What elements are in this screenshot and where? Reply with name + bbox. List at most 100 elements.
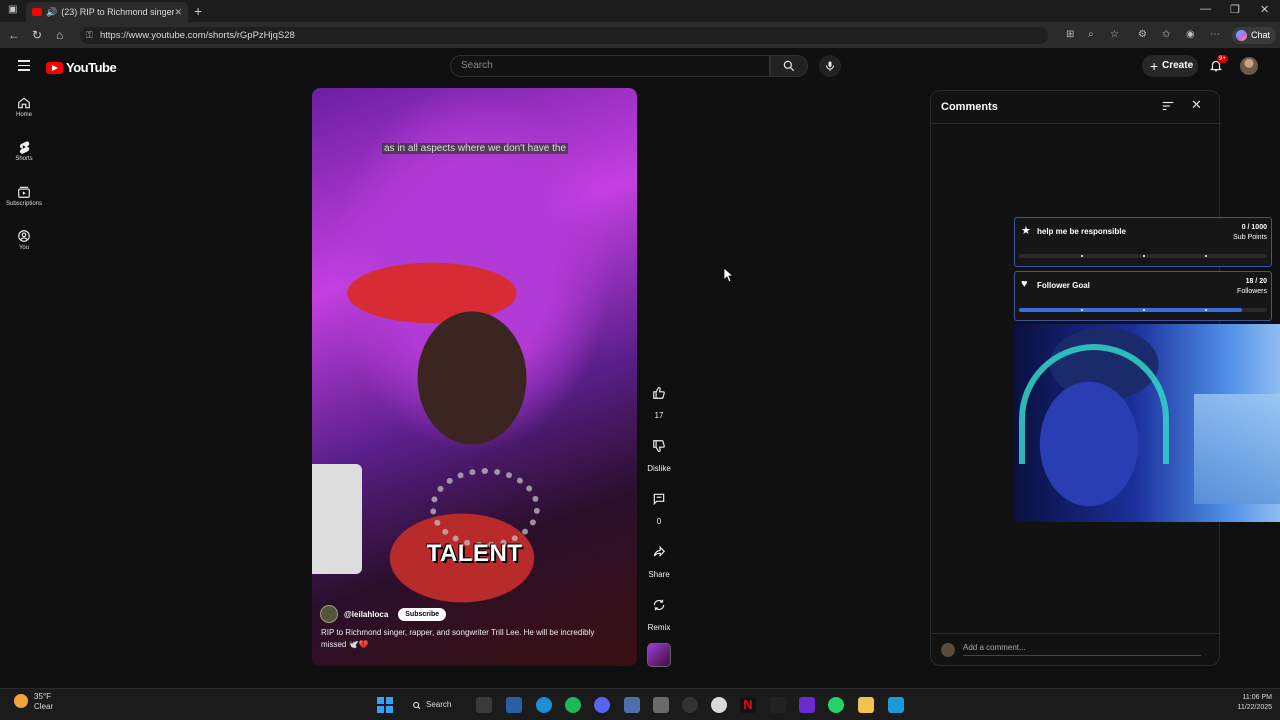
itunes-icon[interactable]: [711, 697, 727, 713]
you-icon: [18, 230, 30, 242]
create-button[interactable]: + Create: [1142, 55, 1198, 77]
url-field[interactable]: ⚿ https://www.youtube.com/shorts/rGpPzHj…: [80, 27, 1048, 44]
goal-count-box: 0 / 1000 Sub Points: [1233, 223, 1267, 243]
subscriptions-icon: [18, 186, 30, 198]
notification-badge: 9+: [1217, 55, 1228, 63]
file-explorer-icon[interactable]: [858, 697, 874, 713]
windows-start-icon[interactable]: [377, 697, 393, 713]
subscribe-button[interactable]: Subscribe: [398, 607, 447, 621]
top-caption-text: as in all aspects where we don't have th…: [382, 143, 569, 154]
goal-count: 18 / 20: [1245, 278, 1267, 285]
home-browser-icon[interactable]: ⌂: [56, 28, 63, 42]
more-menu-icon[interactable]: ⋯: [1210, 29, 1220, 40]
clock-date: 11/22/2025: [1237, 704, 1272, 711]
remix-icon: [653, 599, 665, 611]
dislike-button[interactable]: Dislike: [642, 431, 676, 473]
sidebar-item-home[interactable]: Home: [0, 96, 48, 118]
create-label: Create: [1162, 60, 1194, 71]
app-available-icon[interactable]: ⊞: [1066, 29, 1074, 40]
profile-icon[interactable]: ◉: [1186, 29, 1195, 40]
close-comments-icon[interactable]: ✕: [1191, 97, 1202, 113]
top-caption: as in all aspects where we don't have th…: [382, 143, 572, 155]
sidebar-item-subscriptions[interactable]: Subscriptions: [0, 185, 48, 207]
sound-thumbnail[interactable]: [647, 643, 671, 667]
search-button[interactable]: [770, 55, 808, 77]
like-button[interactable]: 17: [642, 378, 676, 420]
comments-footer-divider: [931, 633, 1221, 634]
youtube-logo-text: YouTube: [66, 60, 117, 75]
goal-marker: [1205, 255, 1207, 257]
copilot-chat-button[interactable]: Chat: [1232, 27, 1276, 44]
sidebar-item-label: Home: [15, 112, 32, 118]
sidebar-item-you[interactable]: You: [0, 229, 48, 251]
favorite-star-icon[interactable]: ☆: [1110, 29, 1119, 40]
search-input[interactable]: Search: [450, 55, 770, 77]
system-clock[interactable]: 11:06 PM 11/22/2025: [1222, 693, 1272, 713]
app-icon[interactable]: [653, 697, 669, 713]
sidebar-item-label: Subscriptions: [5, 201, 43, 207]
voice-search-button[interactable]: [819, 55, 841, 77]
goal-name: help me be responsible: [1037, 227, 1126, 236]
netflix-icon[interactable]: N: [740, 697, 756, 713]
video-description[interactable]: RIP to Richmond singer, rapper, and song…: [321, 627, 621, 651]
edge-icon[interactable]: [536, 697, 552, 713]
zoom-icon[interactable]: ⌕: [1088, 29, 1094, 40]
shorts-video-player[interactable]: as in all aspects where we don't have th…: [312, 88, 637, 666]
webcam-background-shelf: [1194, 394, 1280, 504]
goal-progress-fill: [1019, 308, 1243, 312]
favorites-icon[interactable]: ✩: [1162, 29, 1170, 40]
comments-divider: [931, 123, 1221, 124]
close-window-icon[interactable]: ✕: [1260, 3, 1269, 16]
app-icon[interactable]: [888, 697, 904, 713]
menu-icon[interactable]: [18, 60, 30, 71]
sidebar-item-shorts[interactable]: Shorts: [0, 140, 48, 162]
headset: [1019, 344, 1169, 464]
goal-unit: Followers: [1237, 288, 1267, 295]
account-avatar[interactable]: [1240, 57, 1258, 75]
twitch-icon[interactable]: [799, 697, 815, 713]
add-comment-placeholder: Add a comment...: [963, 643, 1026, 652]
sort-icon[interactable]: [1161, 99, 1175, 113]
app-icon[interactable]: [624, 697, 640, 713]
remix-button[interactable]: Remix: [642, 590, 676, 632]
comment-icon: [653, 493, 665, 506]
site-info-icon[interactable]: ⚿: [86, 27, 93, 44]
spotify-icon[interactable]: [565, 697, 581, 713]
tab-actions-icon[interactable]: ▣: [8, 4, 17, 15]
streamer-webcam: [1014, 324, 1280, 522]
refresh-icon[interactable]: ↻: [32, 28, 42, 42]
weather-widget[interactable]: 35°F Clear: [14, 692, 53, 712]
speaker-icon[interactable]: 🔊: [46, 7, 57, 18]
whatsapp-icon[interactable]: [828, 697, 844, 713]
comments-button[interactable]: 0: [642, 484, 676, 526]
new-tab-icon[interactable]: +: [194, 3, 202, 19]
goal-marker: [1081, 255, 1083, 257]
star-icon: ★: [1021, 225, 1031, 237]
restore-icon[interactable]: ❐: [1230, 3, 1240, 16]
obs-icon[interactable]: [682, 697, 698, 713]
minimize-icon[interactable]: —: [1200, 3, 1211, 15]
goal-marker: [1143, 309, 1145, 311]
comments-title: Comments: [941, 101, 998, 113]
windows-taskbar: [0, 688, 1280, 720]
add-comment-input[interactable]: Add a comment...: [963, 643, 1201, 656]
task-view-icon[interactable]: [476, 697, 492, 713]
share-button[interactable]: Share: [642, 537, 676, 579]
plus-icon: +: [1150, 58, 1159, 74]
channel-avatar[interactable]: [320, 605, 338, 623]
browser-tab[interactable]: 🔊 (23) RIP to Richmond singer ✕: [26, 2, 188, 22]
channel-name[interactable]: @leilahloca: [344, 610, 388, 619]
thumbs-down-icon: [653, 440, 665, 452]
store-icon[interactable]: [506, 697, 522, 713]
weather-sun-icon: [14, 694, 28, 708]
capcut-icon[interactable]: [770, 697, 786, 713]
back-icon[interactable]: ←: [8, 28, 20, 42]
discord-icon[interactable]: [594, 697, 610, 713]
goal-marker: [1081, 309, 1083, 311]
sub-points-goal-widget: ★ help me be responsible 0 / 1000 Sub Po…: [1014, 217, 1272, 267]
extensions-icon[interactable]: ⚙: [1138, 29, 1147, 40]
taskbar-search[interactable]: Search: [408, 696, 464, 714]
sidebar-item-label: You: [18, 245, 30, 251]
youtube-logo[interactable]: YouTube: [46, 60, 117, 75]
close-tab-icon[interactable]: ✕: [174, 7, 182, 18]
